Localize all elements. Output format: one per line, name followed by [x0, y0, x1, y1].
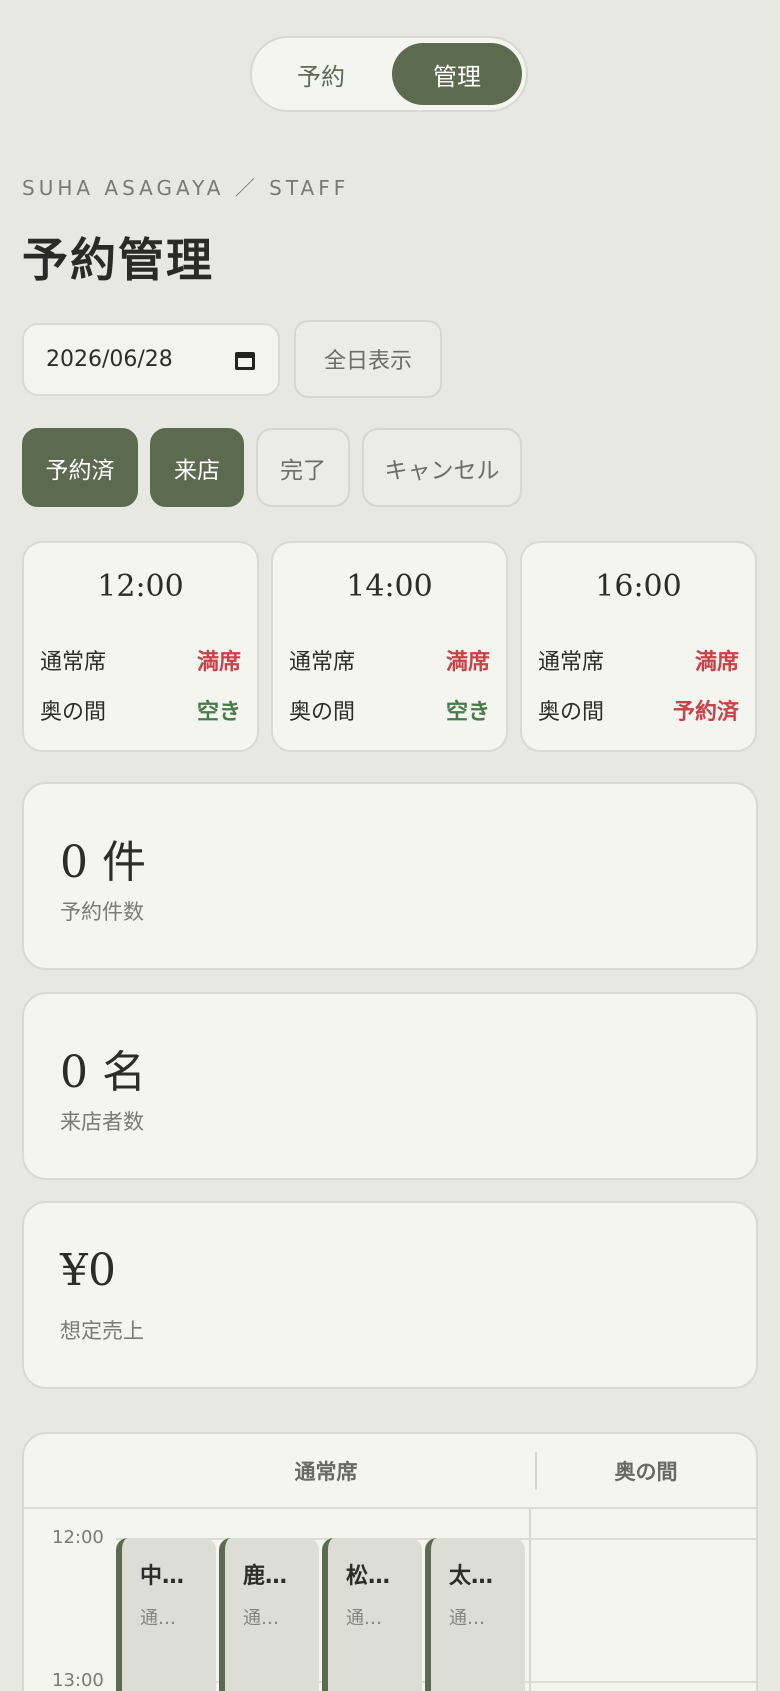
header-divider — [535, 1452, 537, 1490]
booking-name: 松… — [346, 1564, 391, 1589]
stat-label: 想定売上 — [60, 1319, 144, 1343]
seat-name: 通常席 — [538, 650, 605, 675]
filter-visited[interactable]: 来店 — [150, 428, 244, 507]
status-filters: 予約済 来店 完了 キャンセル — [22, 428, 522, 507]
stat-value: 0 件 — [60, 837, 146, 888]
seat-name: 奥の間 — [40, 700, 107, 725]
slot-card[interactable]: 12:00 通常席 満席 奥の間 空き — [22, 541, 259, 752]
stat-visitors: 0 名 来店者数 — [22, 992, 758, 1180]
slot-row: 奥の間 予約済 — [538, 685, 739, 735]
mode-toggle: 予約 管理 — [250, 36, 528, 112]
store-eyebrow: SUHA ASAGAYA ／ STAFF — [22, 176, 350, 200]
seat-status: 満席 — [196, 650, 241, 675]
seat-status: 予約済 — [672, 700, 739, 725]
filter-reserved[interactable]: 予約済 — [22, 428, 138, 507]
slot-row: 通常席 満席 — [40, 635, 241, 685]
date-value: 2026/06/28 — [46, 347, 173, 372]
column-header-main: 通常席 — [294, 1459, 358, 1484]
booking-block[interactable]: 中… 通… — [116, 1538, 216, 1691]
seat-status: 空き — [445, 700, 490, 725]
seat-name: 奥の間 — [538, 700, 605, 725]
slot-card[interactable]: 16:00 通常席 満席 奥の間 予約済 — [520, 541, 757, 752]
seat-name: 奥の間 — [289, 700, 356, 725]
booking-seat: 通… — [243, 1608, 279, 1629]
booking-block[interactable]: 松… 通… — [322, 1538, 422, 1691]
booking-seat: 通… — [346, 1608, 382, 1629]
booking-seat: 通… — [449, 1608, 485, 1629]
column-divider — [529, 1509, 531, 1691]
stat-label: 来店者数 — [60, 1110, 144, 1134]
slot-row: 通常席 満席 — [538, 635, 739, 685]
mode-reserve-button[interactable]: 予約 — [256, 43, 386, 105]
booking-block[interactable]: 太… 通… — [425, 1538, 525, 1691]
filter-completed[interactable]: 完了 — [256, 428, 350, 507]
seat-name: 通常席 — [289, 650, 356, 675]
time-slots: 12:00 通常席 満席 奥の間 空き 14:00 通常席 満席 奥の間 空き … — [22, 541, 757, 752]
slot-card[interactable]: 14:00 通常席 満席 奥の間 空き — [271, 541, 508, 752]
booking-seat: 通… — [140, 1608, 176, 1629]
mode-manage-button[interactable]: 管理 — [392, 43, 522, 105]
allday-button[interactable]: 全日表示 — [294, 320, 442, 398]
time-label: 12:00 — [52, 1527, 104, 1548]
stat-label: 予約件数 — [60, 900, 144, 924]
schedule-board: 通常席 奥の間 12:00 13:00 中… 通… 鹿… 通… 松… 通… 太…… — [22, 1432, 758, 1691]
stat-sales: ¥0 想定売上 — [22, 1201, 758, 1389]
booking-name: 中… — [140, 1564, 185, 1589]
slot-row: 奥の間 空き — [289, 685, 490, 735]
schedule-grid: 12:00 13:00 中… 通… 鹿… 通… 松… 通… 太… 通… — [24, 1509, 756, 1691]
time-label: 13:00 — [52, 1670, 104, 1691]
filter-cancelled[interactable]: キャンセル — [362, 428, 522, 507]
seat-name: 通常席 — [40, 650, 107, 675]
slot-time: 12:00 — [97, 569, 184, 604]
stat-value: 0 名 — [60, 1047, 146, 1098]
date-picker[interactable]: 2026/06/28 — [22, 323, 280, 396]
seat-status: 満席 — [445, 650, 490, 675]
booking-name: 太… — [449, 1564, 494, 1589]
slot-time: 16:00 — [595, 569, 682, 604]
stat-reservations: 0 件 予約件数 — [22, 782, 758, 970]
page-title: 予約管理 — [22, 233, 214, 287]
booking-block[interactable]: 鹿… 通… — [219, 1538, 319, 1691]
schedule-header: 通常席 奥の間 — [24, 1434, 756, 1509]
stat-value: ¥0 — [60, 1245, 116, 1296]
column-header-back: 奥の間 — [614, 1459, 678, 1484]
seat-status: 空き — [196, 700, 241, 725]
slot-time: 14:00 — [346, 569, 433, 604]
calendar-icon[interactable] — [234, 349, 256, 371]
booking-name: 鹿… — [243, 1564, 288, 1589]
slot-row: 通常席 満席 — [289, 635, 490, 685]
seat-status: 満席 — [694, 650, 739, 675]
slot-row: 奥の間 空き — [40, 685, 241, 735]
